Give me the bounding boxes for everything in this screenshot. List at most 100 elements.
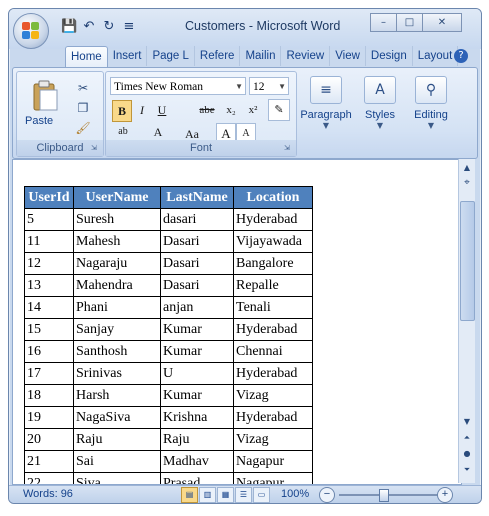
font-size-combo[interactable]: 12 ▼ (249, 77, 289, 95)
copy-icon[interactable]: ❐ (75, 100, 91, 116)
table-cell[interactable]: Vizag (233, 428, 313, 451)
next-page-icon[interactable]: ⏷ (459, 465, 475, 475)
table-cell[interactable]: Kumar (160, 340, 234, 363)
paste-label[interactable]: Paste (25, 115, 53, 127)
table-cell[interactable]: NagaSiva (73, 406, 161, 429)
superscript-button[interactable]: x² (244, 100, 262, 120)
zoom-out-button[interactable]: − (319, 487, 335, 503)
print-layout-view-icon[interactable]: ▤ (181, 487, 198, 503)
italic-button[interactable]: I (134, 100, 150, 120)
word-count[interactable]: Words: 96 (23, 488, 73, 500)
tab-review[interactable]: Review (281, 46, 331, 66)
undo-icon[interactable]: ↶ (81, 19, 97, 35)
table-cell[interactable]: Sai (73, 450, 161, 473)
table-cell[interactable]: Nagapur (233, 472, 313, 484)
table-cell[interactable]: Chennai (233, 340, 313, 363)
table-cell[interactable]: 15 (24, 318, 74, 341)
table-cell[interactable]: Repalle (233, 274, 313, 297)
maximize-button[interactable]: □ (396, 13, 423, 32)
close-button[interactable]: ✕ (422, 13, 462, 32)
table-cell[interactable]: Tenali (233, 296, 313, 319)
table-cell[interactable]: 13 (24, 274, 74, 297)
clipboard-launcher-icon[interactable]: ⇲ (91, 144, 100, 153)
table-cell[interactable]: Santhosh (73, 340, 161, 363)
table-cell[interactable]: 21 (24, 450, 74, 473)
browse-object-icon[interactable]: ● (459, 449, 475, 458)
table-cell[interactable]: Sanjay (73, 318, 161, 341)
table-cell[interactable]: Raju (160, 428, 234, 451)
table-cell[interactable]: Kumar (160, 384, 234, 407)
tab-page-layout[interactable]: Page L (147, 46, 195, 66)
font-launcher-icon[interactable]: ⇲ (284, 144, 293, 153)
tab-layout[interactable]: Layout (413, 46, 459, 66)
table-cell[interactable]: Hyderabad (233, 318, 313, 341)
table-cell[interactable]: Dasari (160, 252, 234, 275)
ruler-toggle-icon[interactable]: ⌖ (459, 177, 475, 188)
table-cell[interactable]: Dasari (160, 274, 234, 297)
table-cell[interactable]: 14 (24, 296, 74, 319)
zoom-in-button[interactable]: + (437, 487, 453, 503)
subscript-button[interactable]: x₂ (222, 100, 240, 120)
vertical-scrollbar[interactable]: ▲ ⌖ ▼ ⏶ ● ⏷ (458, 159, 475, 483)
zoom-level[interactable]: 100% (281, 488, 309, 500)
table-cell[interactable]: Bangalore (233, 252, 313, 275)
table-cell[interactable]: 12 (24, 252, 74, 275)
table-cell[interactable]: Phani (73, 296, 161, 319)
editing-button[interactable]: ⚲ Editing ▼ (407, 72, 455, 150)
tab-view[interactable]: View (330, 46, 366, 66)
minimize-button[interactable]: – (370, 13, 397, 32)
table-cell[interactable]: Siva (73, 472, 161, 484)
scroll-thumb[interactable] (460, 201, 475, 321)
table-cell[interactable]: Mahendra (73, 274, 161, 297)
table-cell[interactable]: 11 (24, 230, 74, 253)
table-cell[interactable]: Madhav (160, 450, 234, 473)
table-cell[interactable]: Hyderabad (233, 406, 313, 429)
office-button[interactable] (13, 13, 49, 49)
tab-design[interactable]: Design (366, 46, 413, 66)
draft-view-icon[interactable]: ▭ (253, 487, 270, 503)
tab-references[interactable]: Refere (195, 46, 241, 66)
tab-insert[interactable]: Insert (108, 46, 148, 66)
save-icon[interactable]: 💾 (61, 19, 77, 35)
table-cell[interactable]: 5 (24, 208, 74, 231)
table-cell[interactable]: 17 (24, 362, 74, 385)
outline-view-icon[interactable]: ☰ (235, 487, 252, 503)
help-icon[interactable]: ? (454, 49, 468, 63)
customize-icon[interactable]: ≡ (121, 19, 137, 35)
tab-mailings[interactable]: Mailin (240, 46, 282, 66)
table-cell[interactable]: 22 (24, 472, 74, 484)
table-cell[interactable]: Hyderabad (233, 208, 313, 231)
underline-button[interactable]: U (154, 100, 170, 120)
scroll-up-icon[interactable]: ▲ (459, 163, 475, 172)
table-cell[interactable]: Srinivas (73, 362, 161, 385)
table-cell[interactable]: Nagapur (233, 450, 313, 473)
tab-home[interactable]: Home (65, 46, 108, 68)
table-cell[interactable]: Dasari (160, 230, 234, 253)
clear-formatting-button[interactable]: ✎ (268, 99, 290, 121)
table-cell[interactable]: Harsh (73, 384, 161, 407)
font-name-combo[interactable]: Times New Roman ▼ (110, 77, 246, 95)
table-cell[interactable]: Suresh (73, 208, 161, 231)
zoom-slider[interactable] (339, 494, 439, 496)
table-cell[interactable]: Nagaraju (73, 252, 161, 275)
table-cell[interactable]: Prasad (160, 472, 234, 484)
table-cell[interactable]: Mahesh (73, 230, 161, 253)
table-cell[interactable]: 16 (24, 340, 74, 363)
document-area[interactable]: UserId UserName LastName Location 5 Sures… (12, 159, 462, 485)
table-cell[interactable]: 20 (24, 428, 74, 451)
paragraph-button[interactable]: ≡ Paragraph ▼ (299, 72, 353, 150)
table-cell[interactable]: Kumar (160, 318, 234, 341)
redo-icon[interactable]: ↻ (101, 19, 117, 35)
table-cell[interactable]: dasari (160, 208, 234, 231)
format-painter-icon[interactable]: 🖌 (75, 120, 91, 136)
bold-button[interactable]: B (112, 100, 132, 122)
full-screen-reading-view-icon[interactable]: ▥ (199, 487, 216, 503)
styles-button[interactable]: A Styles ▼ (357, 72, 403, 150)
strikethrough-button[interactable]: abe (196, 100, 218, 120)
table-cell[interactable]: 19 (24, 406, 74, 429)
zoom-slider-knob[interactable] (379, 489, 389, 502)
table-cell[interactable]: Hyderabad (233, 362, 313, 385)
previous-page-icon[interactable]: ⏶ (459, 433, 475, 443)
table-cell[interactable]: Vizag (233, 384, 313, 407)
table-cell[interactable]: Vijayawada (233, 230, 313, 253)
